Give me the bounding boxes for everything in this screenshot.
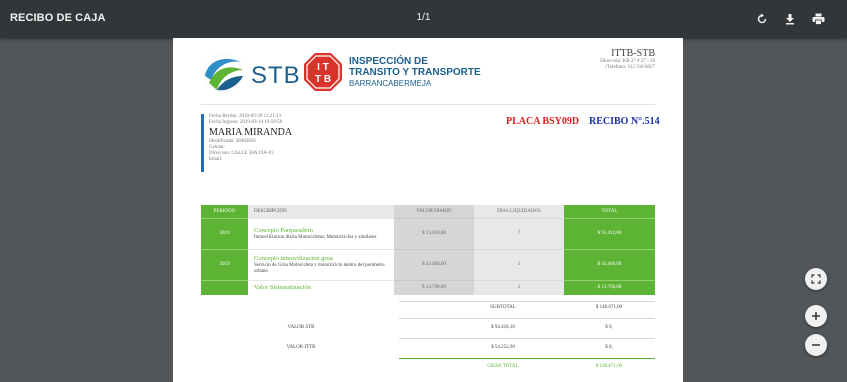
download-icon: [786, 14, 794, 25]
cell-valor-diario: $ 13.798,00: [394, 279, 474, 295]
valor-stb-total: $ 0,: [605, 325, 613, 330]
cell-total: $ 91.413,00: [564, 217, 655, 249]
document-page: STB I T T B INSPECCIÓN DE TRANSITO Y TRA…: [173, 38, 683, 382]
valor-ittb-amount: $ 54.252,90: [491, 345, 515, 350]
grand-total-value: $ 148.671,00: [595, 364, 623, 369]
concept-detail: Inmovilizacion diaria Motocicletas, Moto…: [254, 234, 377, 240]
table-row: 2019 Concepto inmovilizacion grua Servic…: [201, 248, 655, 280]
fit-page-button[interactable]: [805, 268, 827, 290]
col-header-valor-diario: VALOR DIARIO: [394, 205, 474, 218]
cell-dias: 7: [474, 217, 564, 249]
org-name: ITTB-STB: [611, 48, 655, 59]
items-table: PERIODO DESCRIPCION VALOR DIARIO DIAS LI…: [201, 205, 655, 295]
col-header-dias: DIAS LIQUIDADOS: [474, 205, 564, 218]
download-button[interactable]: [780, 9, 800, 29]
ittb-logo-icon: I T T B: [304, 53, 342, 91]
grand-total-label: GRAN TOTAL: [487, 364, 519, 369]
viewer-toolbar: RECIBO DE CAJA 1/1: [0, 0, 847, 38]
stb-logo-icon: [203, 53, 243, 93]
header-divider: [201, 104, 655, 105]
cell-valor-diario: $ 13.059,00: [394, 217, 474, 249]
valor-stb-amount: $ 94.418,10: [491, 325, 515, 330]
cell-total: $ 43.460,00: [564, 248, 655, 280]
cell-descripcion: Concepto Parqueadero Inmovilizacion diar…: [248, 217, 394, 249]
svg-text:T B: T B: [315, 74, 331, 85]
cell-descripcion: Concepto inmovilizacion grua Servicio de…: [248, 248, 394, 280]
subtotal-value: $ 148.671,00: [595, 305, 623, 310]
rotate-button[interactable]: [752, 9, 772, 29]
print-icon: [812, 13, 824, 25]
concept-title: Valor Sistematización: [254, 283, 311, 291]
zoom-out-button[interactable]: [805, 334, 827, 356]
cell-periodo: 2019: [201, 248, 248, 280]
ittb-city: BARRANCABERMEJA: [349, 79, 432, 88]
vehicle-plate: PLACA BSY09D: [506, 116, 580, 127]
subtotal-label: SUBTOTAL: [490, 305, 516, 310]
zoom-in-button[interactable]: [805, 305, 827, 327]
table-row: 2019 Concepto Parqueadero Inmovilizacion…: [201, 217, 655, 249]
concept-title: Concepto inmovilizacion grua: [254, 254, 333, 262]
org-phone: (Telefono: 312 318 6027: [605, 65, 655, 70]
summary-divider: [399, 338, 655, 339]
col-header-total: TOTAL: [564, 205, 655, 218]
cell-dias: 1: [474, 248, 564, 280]
summary-divider: [399, 318, 655, 319]
concept-detail: Servicio de Grúa Motocicleta y mototrici…: [254, 262, 385, 274]
valor-ittb-total: $ 0,: [605, 345, 613, 350]
valor-ittb-label: VALOR ITTB: [286, 345, 316, 350]
table-header-row: PERIODO DESCRIPCION VALOR DIARIO DIAS LI…: [201, 205, 655, 218]
rotate-icon: [757, 13, 767, 24]
fecha-ingreso: Fecha Ingreso: 2019-03-14 10:59:58: [209, 120, 283, 125]
zoom-in-icon: [812, 312, 820, 320]
svg-text:I T: I T: [317, 62, 329, 73]
zoom-out-icon: [812, 344, 820, 346]
col-header-periodo: PERIODO: [201, 205, 248, 218]
ittb-name-line2: TRANSITO Y TRANSPORTE: [349, 67, 481, 78]
cell-periodo: 2019: [201, 217, 248, 249]
col-header-descripcion: DESCRIPCION: [248, 205, 394, 218]
concept-title: Concepto Parqueadero: [254, 226, 314, 234]
client-name: MARIA MIRANDA: [209, 127, 293, 138]
print-button[interactable]: [808, 9, 828, 29]
fit-page-icon: [811, 274, 821, 284]
client-info: Fecha Recibo: 2019-03-20 11:21:13 Fecha …: [201, 114, 381, 172]
stb-logo-text: STB: [251, 62, 301, 89]
receipt-number: RECIBO N°.514: [589, 116, 660, 127]
cell-periodo: [201, 279, 248, 295]
summary-divider: [399, 301, 655, 302]
ittb-name-line1: INSPECCIÓN DE: [349, 56, 428, 67]
cell-dias: 1: [474, 279, 564, 295]
grand-total-divider: [399, 358, 655, 359]
cell-valor-diario: $ 43.460,00: [394, 248, 474, 280]
cell-descripcion: Valor Sistematización: [248, 279, 394, 295]
cell-total: $ 13.798,00: [564, 279, 655, 295]
page-indicator: 1/1: [416, 12, 431, 23]
table-row: Valor Sistematización $ 13.798,00 1 $ 13…: [201, 279, 655, 295]
valor-stb-label: VALOR STB: [287, 325, 315, 330]
organization-info: ITTB-STB Dirección: KR 27 # 27 - 50 (Tel…: [600, 48, 655, 71]
client-email: Email:: [209, 157, 223, 162]
